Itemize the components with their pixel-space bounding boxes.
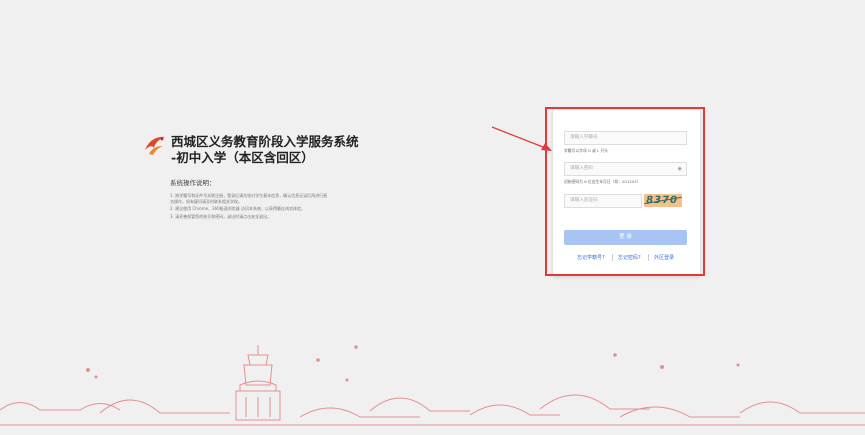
password-placeholder: 请输入密码 bbox=[570, 166, 593, 171]
notice-item: 1. 按学籍号和证件号关联注册，登录后请先核对学生基本信息，确认信息无误后再进行… bbox=[170, 193, 328, 205]
login-button[interactable]: 登 录 bbox=[564, 230, 687, 245]
architecture-scenery bbox=[0, 345, 865, 426]
forgot-password-link[interactable]: 忘记密码? bbox=[618, 254, 641, 261]
system-title: 西城区义务教育阶段入学服务系统 -初中入学（本区含回区） bbox=[171, 134, 361, 166]
captcha-image[interactable]: 8370 bbox=[644, 194, 682, 207]
notice-list: 1. 按学籍号和证件号关联注册，登录后请先核对学生基本信息，确认信息无误后再进行… bbox=[170, 193, 328, 221]
phoenix-logo-icon bbox=[145, 136, 165, 155]
eye-icon[interactable]: ◉ bbox=[678, 163, 682, 175]
notice-item: 2. 建议使用 Chrome、360极速浏览器 访问本系统，以获得最佳浏览体验。 bbox=[170, 206, 305, 212]
other-district-login-link[interactable]: 外区登录 bbox=[654, 254, 674, 261]
link-divider bbox=[648, 254, 649, 261]
title-line-2: -初中入学（本区含回区） bbox=[171, 150, 314, 165]
link-divider bbox=[612, 254, 613, 261]
captcha-input[interactable]: 请输入验证码 bbox=[564, 194, 642, 208]
notice-title: 系统操作说明： bbox=[170, 179, 216, 187]
forgot-student-id-link[interactable]: 忘记学籍号? bbox=[577, 254, 605, 261]
notice-item: 3. 请妥善保管您的账号和密码，退出时请点击安全退出。 bbox=[170, 213, 272, 219]
title-line-1: 西城区义务教育阶段入学服务系统 bbox=[171, 134, 359, 149]
password-hint: 初始密码为 6 位出生年月日（如：201203） bbox=[564, 179, 641, 184]
account-input[interactable]: 请输入学籍号 bbox=[564, 131, 687, 145]
account-hint: 学籍号以字母 G 或 L 开头 bbox=[564, 148, 609, 153]
password-input[interactable]: 请输入密码 ◉ bbox=[564, 162, 687, 176]
